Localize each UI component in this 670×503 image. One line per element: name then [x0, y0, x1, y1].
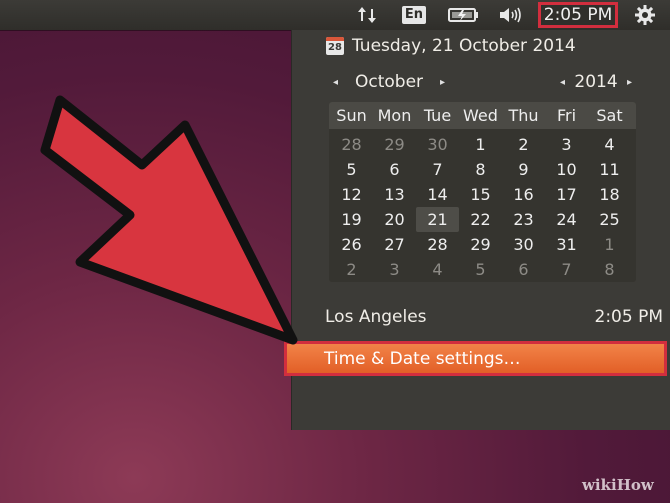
- watermark: wikiHow: [582, 476, 654, 494]
- annotation-arrow-icon: [40, 95, 298, 345]
